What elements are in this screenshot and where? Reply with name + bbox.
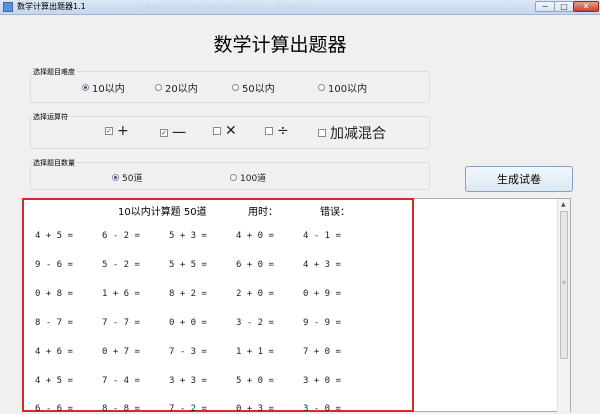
option-label: 50以内 — [242, 84, 275, 95]
math-problem: 0 + 7 = — [102, 347, 140, 357]
option-label: 100道 — [240, 174, 267, 184]
math-problem: 5 + 3 = — [169, 231, 207, 241]
math-problem: 1 + 1 = — [236, 347, 274, 357]
math-problem: 3 + 0 = — [303, 376, 341, 386]
math-problem: 0 + 0 = — [169, 318, 207, 328]
math-problem: 4 + 0 = — [236, 231, 274, 241]
difficulty-option-10[interactable]: 10以内 — [82, 80, 125, 95]
math-problem: 5 + 0 = — [236, 376, 274, 386]
radio-button[interactable] — [155, 84, 162, 91]
option-label: 加减混合 — [330, 126, 386, 142]
operator-mixed[interactable]: 加减混合 — [318, 123, 386, 143]
operator-multiply[interactable]: ✕ — [213, 123, 237, 139]
operator-group-label: 选择运算符 — [32, 112, 69, 122]
math-problem: 8 - 7 = — [35, 318, 73, 328]
window-title: 数学计算出题器1.1 — [17, 2, 86, 11]
math-problem: 4 + 3 = — [303, 260, 341, 270]
math-problem: 4 + 5 = — [35, 376, 73, 386]
math-problem: 8 + 2 = — [169, 289, 207, 299]
error-label: 错误： — [320, 207, 350, 218]
worksheet-title: 10以内计算题 50道 — [118, 207, 207, 218]
math-problem: 7 - 3 = — [169, 347, 207, 357]
radio-button[interactable] — [318, 84, 325, 91]
math-problem: 6 - 2 = — [102, 231, 140, 241]
radio-button[interactable] — [112, 174, 119, 181]
math-problem: 8 - 8 = — [102, 404, 140, 414]
math-problem: 2 + 0 = — [236, 289, 274, 299]
option-label: 一 — [172, 126, 186, 142]
math-problem: 6 - 6 = — [35, 404, 73, 414]
operator-divide[interactable]: ÷ — [265, 123, 289, 139]
checkbox[interactable] — [213, 127, 221, 135]
radio-button[interactable] — [230, 174, 237, 181]
grip-icon: ≡ — [562, 280, 567, 286]
math-problem: 5 - 2 = — [102, 260, 140, 270]
math-problem: 0 + 3 = — [236, 404, 274, 414]
operator-plus[interactable]: ✓ + — [105, 123, 129, 139]
math-problem: 7 - 2 = — [169, 404, 207, 414]
count-option-100[interactable]: 100道 — [230, 171, 266, 184]
difficulty-option-20[interactable]: 20以内 — [155, 80, 198, 95]
scroll-up-icon[interactable]: ▲ — [561, 201, 566, 208]
difficulty-option-100[interactable]: 100以内 — [318, 80, 367, 95]
math-problem: 7 - 7 = — [102, 318, 140, 328]
math-problem: 5 + 5 = — [169, 260, 207, 270]
option-label: 10以内 — [92, 84, 125, 95]
difficulty-option-50[interactable]: 50以内 — [232, 80, 275, 95]
checkbox[interactable] — [265, 127, 273, 135]
option-label: 100以内 — [328, 84, 368, 95]
count-option-50[interactable]: 50道 — [112, 171, 142, 184]
math-problem: 9 - 6 = — [35, 260, 73, 270]
math-problem: 7 - 4 = — [102, 376, 140, 386]
math-problem: 6 + 0 = — [236, 260, 274, 270]
close-button[interactable]: ✕ — [573, 1, 599, 12]
math-problem: 0 + 8 = — [35, 289, 73, 299]
math-problem: 4 - 1 = — [303, 231, 341, 241]
vertical-scrollbar[interactable]: ▲ ≡ — [557, 199, 570, 412]
math-problem: 7 + 0 = — [303, 347, 341, 357]
option-label: 50道 — [122, 174, 143, 184]
math-problem: 3 - 0 = — [303, 404, 341, 414]
radio-button[interactable] — [232, 84, 239, 91]
option-label: ✕ — [225, 123, 237, 139]
radio-button[interactable] — [82, 84, 89, 91]
minimize-button[interactable]: ─ — [535, 1, 555, 12]
maximize-button[interactable]: □ — [554, 1, 574, 12]
operator-minus[interactable]: ✓ 一 — [160, 123, 186, 143]
title-bar: 数学计算出题器1.1 口颁船计是班家但能过此位的杂 ·· 您读写话 ─ □ ✕ — [0, 0, 600, 15]
page-title: 数学计算出题器 — [213, 34, 347, 56]
count-group-label: 选择题目数量 — [32, 158, 76, 168]
option-label: + — [117, 123, 129, 139]
math-problem: 3 + 3 = — [169, 376, 207, 386]
math-problem: 4 + 6 = — [35, 347, 73, 357]
math-problem: 0 + 9 = — [303, 289, 341, 299]
option-label: 20以内 — [165, 84, 198, 95]
scrollbar-thumb[interactable]: ≡ — [560, 211, 568, 359]
math-problem: 4 + 5 = — [35, 231, 73, 241]
math-problem: 3 - 2 = — [236, 318, 274, 328]
app-icon — [3, 2, 13, 12]
generate-button[interactable]: 生成试卷 — [465, 166, 573, 192]
checkbox[interactable]: ✓ — [160, 129, 168, 137]
math-problem: 9 - 9 = — [303, 318, 341, 328]
math-problem: 1 + 6 = — [102, 289, 140, 299]
option-label: ÷ — [277, 123, 289, 139]
checkbox[interactable] — [318, 129, 326, 137]
title-bar-ghost-text: 口颁船计是班家但能过此位的杂 ·· 您读写话 — [135, 4, 312, 13]
checkbox[interactable]: ✓ — [105, 127, 113, 135]
time-label: 用时： — [248, 207, 278, 218]
difficulty-group-label: 选择题目难度 — [32, 67, 76, 77]
